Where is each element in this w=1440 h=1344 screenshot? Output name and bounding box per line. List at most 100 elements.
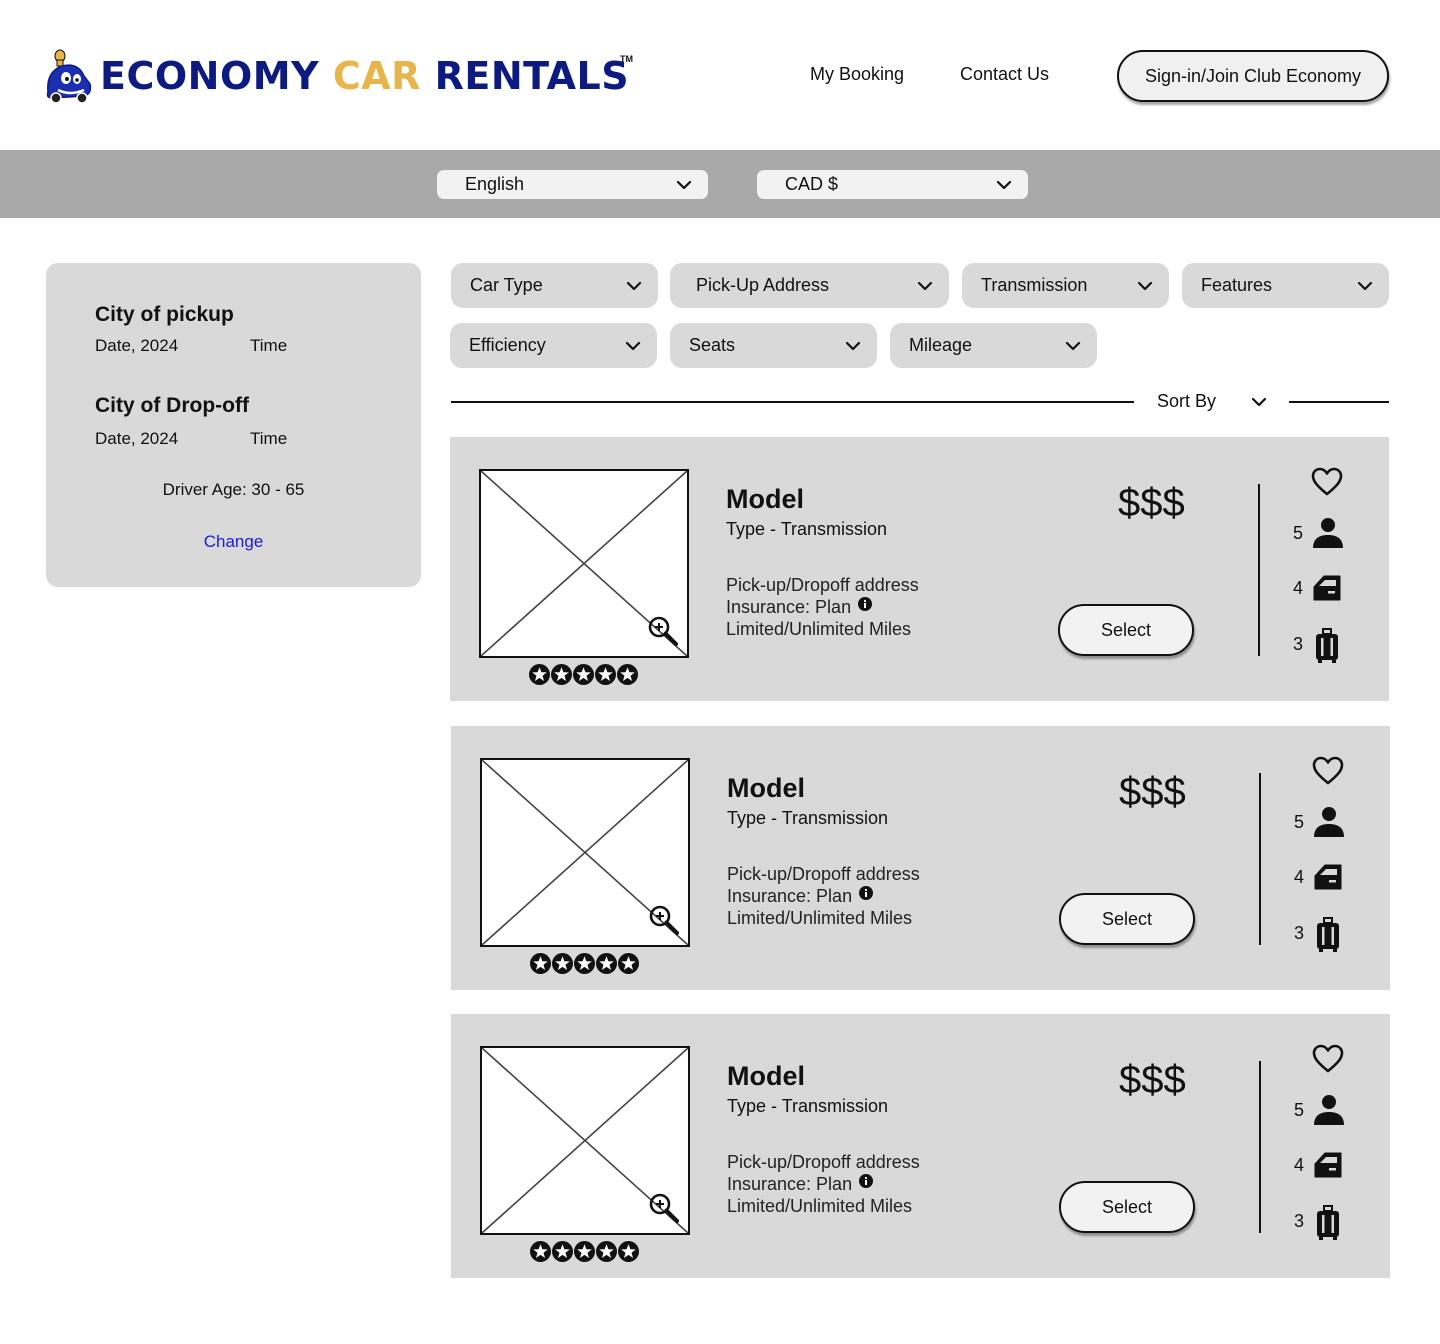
pickup-dropoff-address: Pick-up/Dropoff address bbox=[727, 864, 920, 884]
result-card: Model Type - Transmission Pick-up/Dropof… bbox=[451, 1014, 1390, 1278]
driver-age: Driver Age: 30 - 65 bbox=[162, 480, 305, 499]
chevron-down-icon bbox=[1137, 281, 1153, 290]
signin-join-button[interactable]: Sign-in/Join Club Economy bbox=[1117, 50, 1389, 102]
seats-count: 5 bbox=[1293, 812, 1304, 832]
result-card: Model Type - Transmission Pick-up/Dropof… bbox=[451, 726, 1390, 990]
brand-logo[interactable]: ECONOMY CAR RENTALS TM bbox=[44, 46, 633, 106]
star-icon bbox=[596, 1241, 617, 1262]
card-divider bbox=[1259, 773, 1261, 945]
filter-mileage[interactable]: Mileage bbox=[890, 323, 1097, 368]
star-icon bbox=[552, 953, 573, 974]
filter-efficiency[interactable]: Efficiency bbox=[450, 323, 657, 368]
filter-label: Car Type bbox=[470, 275, 543, 295]
seats-count: 5 bbox=[1292, 523, 1303, 543]
heart-icon[interactable] bbox=[1311, 467, 1343, 497]
card-divider bbox=[1259, 1061, 1261, 1233]
chevron-down-icon bbox=[917, 281, 933, 290]
insurance-plan: Insurance: Plan bbox=[727, 1174, 853, 1194]
car-type-transmission: Type - Transmission bbox=[726, 519, 888, 539]
language-select[interactable]: English bbox=[437, 170, 708, 199]
chevron-down-icon bbox=[845, 341, 861, 350]
sort-divider-right bbox=[1289, 401, 1389, 403]
nav-contact-us[interactable]: Contact Us bbox=[960, 64, 1049, 85]
person-icon bbox=[1314, 1095, 1344, 1125]
language-value: English bbox=[465, 174, 525, 194]
car-door-icon bbox=[1313, 575, 1341, 601]
heart-icon[interactable] bbox=[1312, 1044, 1344, 1074]
trademark-mark: TM bbox=[620, 54, 633, 64]
filter-label: Efficiency bbox=[469, 335, 546, 355]
bags-count: 3 bbox=[1293, 1211, 1304, 1231]
star-icon bbox=[530, 1241, 551, 1262]
change-link[interactable]: Change bbox=[46, 532, 421, 552]
bags-count: 3 bbox=[1293, 923, 1304, 943]
chevron-down-icon bbox=[996, 180, 1012, 189]
mascot-logo-icon bbox=[46, 49, 92, 104]
chevron-down-icon[interactable] bbox=[1251, 397, 1267, 407]
filter-features[interactable]: Features bbox=[1182, 263, 1389, 308]
brand-word-car: CAR bbox=[332, 54, 421, 98]
brand-wordmark: ECONOMY CAR RENTALS bbox=[100, 54, 629, 98]
currency-select[interactable]: CAD $ bbox=[757, 170, 1028, 199]
doors-count: 4 bbox=[1293, 1155, 1304, 1175]
zoom-in-icon[interactable] bbox=[646, 614, 682, 650]
site-header: ECONOMY CAR RENTALS TM My Booking Contac… bbox=[0, 0, 1440, 150]
dropoff-time: Time bbox=[250, 429, 288, 448]
booking-summary-panel: City of pickup Date, 2024 Time City of D… bbox=[46, 263, 421, 587]
price: $$$ bbox=[1118, 481, 1185, 525]
select-button[interactable]: Select bbox=[1059, 893, 1195, 945]
currency-value: CAD $ bbox=[785, 174, 839, 194]
star-icon bbox=[573, 664, 594, 685]
bags-count: 3 bbox=[1292, 634, 1303, 654]
luggage-icon bbox=[1317, 1205, 1339, 1240]
person-icon bbox=[1313, 518, 1343, 548]
star-icon bbox=[618, 1241, 639, 1262]
luggage-icon bbox=[1317, 917, 1339, 952]
star-icon bbox=[551, 664, 572, 685]
rating-stars bbox=[530, 1241, 639, 1262]
filter-car-type[interactable]: Car Type bbox=[451, 263, 658, 308]
zoom-in-icon[interactable] bbox=[647, 1191, 683, 1227]
price: $$$ bbox=[1119, 1058, 1186, 1102]
filter-pickup-address[interactable]: Pick-Up Address bbox=[670, 263, 949, 308]
nav-my-booking[interactable]: My Booking bbox=[810, 64, 904, 85]
chevron-down-icon bbox=[676, 180, 692, 189]
car-door-icon bbox=[1314, 1152, 1342, 1178]
person-icon bbox=[1314, 807, 1344, 837]
brand-word-rentals: RENTALS bbox=[434, 54, 630, 98]
filter-label: Mileage bbox=[909, 335, 973, 355]
sort-by-label[interactable]: Sort By bbox=[1157, 391, 1216, 412]
star-icon bbox=[574, 1241, 595, 1262]
select-button[interactable]: Select bbox=[1059, 1181, 1195, 1233]
dropoff-date: Date, 2024 bbox=[95, 429, 179, 448]
select-button[interactable]: Select bbox=[1058, 604, 1194, 656]
info-icon[interactable] bbox=[858, 597, 872, 611]
doors-count: 4 bbox=[1293, 867, 1304, 887]
doors-count: 4 bbox=[1292, 578, 1303, 598]
dropoff-city: City of Drop-off bbox=[95, 394, 249, 417]
car-model: Model bbox=[727, 1061, 805, 1091]
star-icon bbox=[595, 664, 616, 685]
star-icon bbox=[552, 1241, 573, 1262]
mileage-policy: Limited/Unlimited Miles bbox=[727, 908, 913, 928]
luggage-icon bbox=[1316, 628, 1338, 663]
star-icon bbox=[596, 953, 617, 974]
seats-count: 5 bbox=[1293, 1100, 1304, 1120]
heart-icon[interactable] bbox=[1312, 756, 1344, 786]
info-icon[interactable] bbox=[859, 886, 873, 900]
filter-label: Transmission bbox=[981, 275, 1088, 295]
star-icon bbox=[529, 664, 550, 685]
pickup-time: Time bbox=[250, 336, 288, 355]
filter-transmission[interactable]: Transmission bbox=[962, 263, 1169, 308]
star-icon bbox=[530, 953, 551, 974]
pickup-city: City of pickup bbox=[95, 303, 234, 326]
price: $$$ bbox=[1119, 770, 1186, 814]
result-card: Model Type - Transmission Pick-up/Dropof… bbox=[450, 437, 1389, 701]
filter-seats[interactable]: Seats bbox=[670, 323, 877, 368]
car-type-transmission: Type - Transmission bbox=[727, 1096, 889, 1116]
zoom-in-icon[interactable] bbox=[647, 903, 683, 939]
card-divider bbox=[1258, 484, 1260, 656]
star-icon bbox=[618, 953, 639, 974]
info-icon[interactable] bbox=[859, 1174, 873, 1188]
mileage-policy: Limited/Unlimited Miles bbox=[727, 1196, 913, 1216]
